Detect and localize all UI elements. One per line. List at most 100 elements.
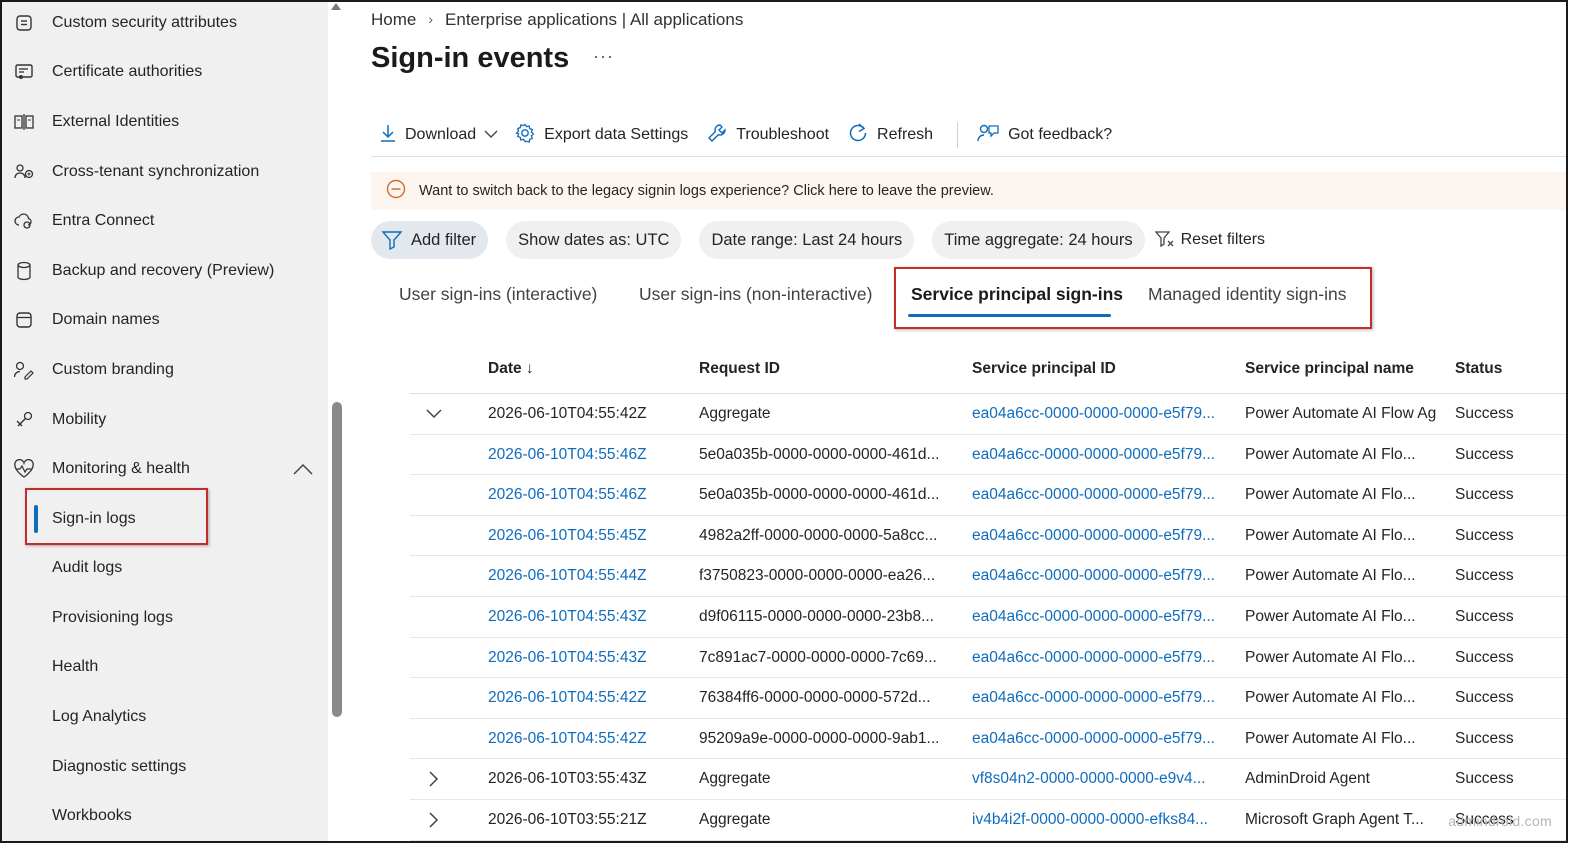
chevron-right-icon[interactable] [424,769,444,789]
show-dates-label: Show dates as: UTC [518,230,670,249]
chevron-up-icon[interactable] [291,457,315,481]
reset-filters-button[interactable]: Reset filters [1154,231,1266,249]
cell-service-principal-id[interactable]: vf8s04n2-0000-0000-0000-e9v4... [972,770,1222,788]
cell-date[interactable]: 2026-06-10T04:55:43Z [488,608,647,626]
sidebar-item-diagnostic-settings[interactable]: Diagnostic settings [2,747,328,787]
refresh-icon [847,122,869,149]
preview-banner[interactable]: Want to switch back to the legacy signin… [371,172,1566,210]
column-header-request-id[interactable]: Request ID [699,360,780,378]
table-row[interactable]: 2026-06-10T04:55:43Z d9f06115-0000-0000-0… [410,597,1566,638]
export-data-settings-button[interactable]: Export data Settings [514,122,688,149]
breadcrumb-enterprise-applications[interactable]: Enterprise applications | All applicatio… [445,10,743,30]
sidebar-item-log-analytics[interactable]: Log Analytics [2,697,328,737]
column-header-service-principal-name[interactable]: Service principal name [1245,360,1414,378]
table-body: 2026-06-10T04:55:42Z Aggregate ea04a6cc-00… [410,394,1566,841]
scroll-up-arrow-icon[interactable] [331,3,341,10]
column-header-status[interactable]: Status [1455,360,1502,378]
download-label: Download [405,126,477,143]
add-filter-button[interactable]: Add filter [371,221,489,259]
cell-service-principal-id[interactable]: ea04a6cc-0000-0000-0000-e5f79... [972,405,1222,423]
scrollbar-thumb[interactable] [332,402,342,717]
sidebar-item-workbooks[interactable]: Workbooks [2,796,328,836]
cell-service-principal-id[interactable]: ea04a6cc-0000-0000-0000-e5f79... [972,446,1222,464]
time-aggregate-filter[interactable]: Time aggregate: 24 hours [932,221,1145,259]
sidebar-item-health[interactable]: Health [2,647,328,687]
sidebar-item-entra-connect[interactable]: Entra Connect [2,201,328,241]
sidebar-item-audit-logs[interactable]: Audit logs [2,548,328,588]
sidebar-item-mobility[interactable]: Mobility [2,400,328,440]
cell-service-principal-id[interactable]: ea04a6cc-0000-0000-0000-e5f79... [972,649,1222,667]
table-row[interactable]: 2026-06-10T04:55:42Z 95209a9e-0000-0000-0… [410,719,1566,760]
cell-service-principal-id[interactable]: ea04a6cc-0000-0000-0000-e5f79... [972,689,1222,707]
cell-service-principal-name: AdminDroid Agent [1245,770,1370,788]
sidebar-item-custom-security-attributes[interactable]: Custom security attributes [2,3,328,43]
cell-service-principal-id[interactable]: ea04a6cc-0000-0000-0000-e5f79... [972,527,1222,545]
export-label: Export data Settings [544,126,689,143]
sidebar-item-provisioning-logs[interactable]: Provisioning logs [2,598,328,638]
sidebar-item-domain-names[interactable]: Domain names [2,300,328,340]
cell-service-principal-name: Power Automate AI Flo... [1245,689,1416,707]
table-row[interactable]: 2026-06-10T04:55:45Z 4982a2ff-0000-0000-0… [410,516,1566,557]
sidebar-item-monitoring-and-health[interactable]: Monitoring & health [2,449,328,489]
cell-date[interactable]: 2026-06-10T04:55:44Z [488,567,647,585]
chevron-down-icon[interactable] [424,404,444,424]
download-button[interactable]: Download [379,123,498,148]
cell-status: Success [1455,445,1514,463]
table-row[interactable]: 2026-06-10T04:55:43Z 7c891ac7-0000-0000-0… [410,638,1566,679]
show-dates-filter[interactable]: Show dates as: UTC [506,221,682,259]
gear-icon [514,122,536,149]
table-row[interactable]: 2026-06-10T04:55:46Z 5e0a035b-0000-0000-0… [410,435,1566,476]
tab-user-sign-ins-non-interactive[interactable]: User sign-ins (non-interactive) [639,284,872,305]
cell-date[interactable]: 2026-06-10T04:55:42Z [488,730,647,748]
sidebar-item-label: Entra Connect [52,212,155,229]
table-row[interactable]: 2026-06-10T04:55:42Z 76384ff6-0000-0000-0… [410,678,1566,719]
cell-status: Success [1455,648,1514,666]
got-feedback-button[interactable]: Got feedback? [976,122,1112,149]
feedback-label: Got feedback? [1008,126,1113,143]
tab-user-sign-ins-interactive[interactable]: User sign-ins (interactive) [399,284,597,305]
cell-service-principal-id[interactable]: ea04a6cc-0000-0000-0000-e5f79... [972,608,1222,626]
cell-service-principal-id[interactable]: ea04a6cc-0000-0000-0000-e5f79... [972,486,1222,504]
cell-date[interactable]: 2026-06-10T04:55:46Z [488,446,647,464]
external-identities-icon [12,110,36,134]
table-row[interactable]: 2026-06-10T04:55:46Z 5e0a035b-0000-0000-0… [410,475,1566,516]
cell-date[interactable]: 2026-06-10T04:55:45Z [488,527,647,545]
table-header: Date ↓ Request ID Service principal ID S… [410,348,1566,394]
chevron-right-icon[interactable] [424,810,444,830]
cell-service-principal-id[interactable]: iv4b4i2f-0000-0000-0000-efks84... [972,811,1222,829]
column-header-service-principal-id[interactable]: Service principal ID [972,360,1116,378]
cell-date[interactable]: 2026-06-10T04:55:43Z [488,649,647,667]
cell-date[interactable]: 2026-06-10T04:55:46Z [488,486,647,504]
branding-icon [12,358,36,382]
table-row[interactable]: 2026-06-10T03:55:21Z Aggregate iv4b4i2f-00… [410,800,1566,841]
cell-date: 2026-06-10T04:55:42Z [488,405,647,422]
sidebar-item-custom-branding[interactable]: Custom branding [2,350,328,390]
breadcrumb: Home › Enterprise applications | All app… [371,10,743,30]
troubleshoot-button[interactable]: Troubleshoot [706,122,829,149]
reset-filters-label: Reset filters [1180,231,1266,248]
sidebar-item-certificate-authorities[interactable]: Certificate authorities [2,52,328,92]
sidebar-item-external-identities[interactable]: External Identities [2,102,328,142]
heart-pulse-icon [12,457,36,481]
cell-service-principal-id[interactable]: ea04a6cc-0000-0000-0000-e5f79... [972,730,1222,748]
table-row[interactable]: 2026-06-10T04:55:44Z f3750823-0000-0000-0… [410,556,1566,597]
toolbar-divider [957,122,959,148]
date-range-filter[interactable]: Date range: Last 24 hours [699,221,915,259]
add-filter-label: Add filter [411,230,477,249]
column-header-date[interactable]: Date ↓ [488,360,534,378]
sidebar-item-label: Backup and recovery (Preview) [52,262,275,279]
sidebar-item-cross-tenant-synchronization[interactable]: Cross-tenant synchronization [2,152,328,192]
domain-icon [12,308,36,332]
watermark: admindroid.com [1448,813,1552,829]
sidebar-item-backup-and-recovery[interactable]: Backup and recovery (Preview) [2,251,328,291]
cell-status: Success [1455,526,1514,544]
cell-service-principal-id[interactable]: ea04a6cc-0000-0000-0000-e5f79... [972,567,1222,585]
cell-date[interactable]: 2026-06-10T04:55:42Z [488,689,647,707]
breadcrumb-home[interactable]: Home [371,10,416,30]
table-row[interactable]: 2026-06-10T03:55:43Z Aggregate vf8s04n2-00… [410,759,1566,800]
sidebar-item-label: Certificate authorities [52,63,203,80]
cell-service-principal-name: Power Automate AI Flo... [1245,486,1416,504]
more-options-button[interactable]: ··· [593,46,614,67]
table-row[interactable]: 2026-06-10T04:55:42Z Aggregate ea04a6cc-00… [410,394,1566,435]
refresh-button[interactable]: Refresh [847,122,933,149]
